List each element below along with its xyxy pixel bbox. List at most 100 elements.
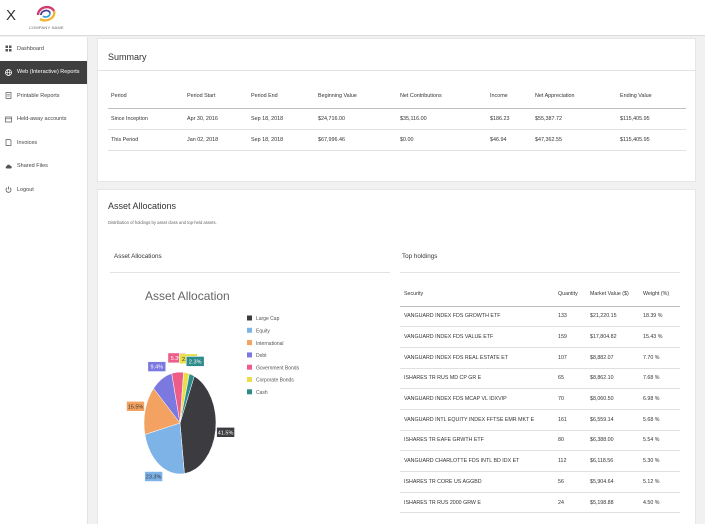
col-net-appreciation[interactable]: Net Appreciation xyxy=(532,85,617,109)
cell-period-end: Sep 18, 2018 xyxy=(248,108,315,130)
legend-item-international[interactable]: International xyxy=(247,340,284,347)
sidebar-item-label: Printable Reports xyxy=(17,92,60,99)
cell-weight: 5.68 % xyxy=(639,409,680,431)
cell-quantity: 159 xyxy=(554,326,586,348)
top-holdings-heading: Top holdings xyxy=(402,253,438,260)
col-beginning-value[interactable]: Beginning Value xyxy=(315,85,397,109)
table-row: VANGUARD INDEX FDS MCAP VL IDXVIP 70 $8,06… xyxy=(400,388,680,410)
cell-quantity: 161 xyxy=(554,409,586,431)
sidebar-item-dashboard[interactable]: Dashboard xyxy=(0,37,87,61)
col-income[interactable]: Income xyxy=(487,85,532,109)
summary-header-row: Period Period Start Period End Beginning… xyxy=(108,85,686,109)
table-row: VANGUARD INTL EQUITY INDEX FFTSE EMR MKT… xyxy=(400,409,680,431)
table-row: ISHARES TR RUS MD CP GR E 65 $8,862.10 7.68… xyxy=(400,368,680,390)
close-button[interactable]: X xyxy=(6,8,16,24)
cell-quantity: 24 xyxy=(554,492,586,514)
table-row: This Period Jan 02, 2018 Sep 18, 2018 $6… xyxy=(108,129,686,151)
allocations-title: Asset Allocations xyxy=(108,201,177,211)
svg-text:Equity: Equity xyxy=(256,329,270,335)
cell-market-value: $6,388.00 xyxy=(586,430,639,452)
chart-title: Asset Allocation xyxy=(145,289,230,303)
sidebar-item-label: Dashboard xyxy=(17,45,44,52)
cell-period: Since Inception xyxy=(108,108,184,130)
legend-item-large-cap[interactable]: Large Cap xyxy=(247,315,280,323)
cell-security: ISHARES TR RUS 2000 GRW E xyxy=(400,492,554,514)
cell-security: ISHARES TR CORE US AGGBD xyxy=(400,471,554,493)
col-security[interactable]: Security xyxy=(400,282,554,307)
svg-text:15.5%: 15.5% xyxy=(128,404,144,410)
pie-data-label: 9.4% xyxy=(147,361,167,372)
legend-item-government-bonds[interactable]: Government Bonds xyxy=(247,364,300,372)
cell-market-value: $21,220.15 xyxy=(586,306,639,328)
holdings-header-row: Security Quantity Market Value ($) Weigh… xyxy=(400,282,680,307)
svg-text:Cash: Cash xyxy=(256,390,268,396)
cell-market-value: $8,882.07 xyxy=(586,347,639,369)
power-icon xyxy=(5,186,12,193)
cell-period-start: Apr 30, 2016 xyxy=(184,108,248,130)
sidebar: Dashboard Web (Interactive) Reports Prin… xyxy=(0,37,88,524)
cell-income: $186.23 xyxy=(487,108,532,130)
sidebar-item-label: Web (Interactive) Reports xyxy=(17,69,80,76)
cell-security: VANGUARD INDEX FDS REAL ESTATE ET xyxy=(400,347,554,369)
cell-weight: 5.54 % xyxy=(639,430,680,452)
legend-item-corporate-bonds[interactable]: Corporate Bonds xyxy=(247,377,294,384)
company-name: COMPANY NAME xyxy=(29,25,64,30)
col-market-value[interactable]: Market Value ($) xyxy=(586,282,639,307)
document-icon xyxy=(5,92,12,100)
col-period-start[interactable]: Period Start xyxy=(184,85,248,109)
table-row: VANGUARD INDEX FDS REAL ESTATE ET 107 $8,8… xyxy=(400,347,680,369)
col-net-contributions[interactable]: Net Contributions xyxy=(397,85,487,109)
holdings-table: Security Quantity Market Value ($) Weigh… xyxy=(400,282,680,514)
sidebar-item-shared-files[interactable]: Shared Files xyxy=(0,155,87,179)
cell-ending-value: $115,405.95 xyxy=(617,108,686,130)
cell-weight: 7.68 % xyxy=(639,368,680,390)
sidebar-item-web-reports[interactable]: Web (Interactive) Reports xyxy=(0,60,87,84)
cell-security: VANGUARD INDEX FDS MCAP VL IDXVIP xyxy=(400,388,554,410)
svg-text:Corporate Bonds: Corporate Bonds xyxy=(256,378,294,384)
top-bar: X COMPANY NAME xyxy=(0,0,705,36)
legend-item-equity[interactable]: Equity xyxy=(247,327,270,335)
cell-market-value: $17,804.82 xyxy=(586,326,639,348)
cell-security: ISHARES TR EAFE GRWTH ETF xyxy=(400,430,554,452)
cell-market-value: $5,904.64 xyxy=(586,471,639,493)
legend-item-cash[interactable]: Cash xyxy=(247,389,268,396)
svg-text:Large Cap: Large Cap xyxy=(256,316,280,322)
cell-income: $46.94 xyxy=(487,129,532,151)
col-period[interactable]: Period xyxy=(108,85,184,109)
chart-heading-divider xyxy=(110,272,390,273)
col-quantity[interactable]: Quantity xyxy=(554,282,586,307)
summary-divider xyxy=(97,70,696,71)
cell-beginning-value: $67,996.46 xyxy=(315,129,397,151)
cell-period: This Period xyxy=(108,129,184,151)
table-row: ISHARES TR CORE US AGGBD 56 $5,904.64 5.12 … xyxy=(400,471,680,493)
legend-item-debt[interactable]: Debt xyxy=(247,352,267,359)
svg-text:23.3%: 23.3% xyxy=(146,475,162,481)
cell-quantity: 133 xyxy=(554,306,586,328)
cell-weight: 5.30 % xyxy=(639,450,680,472)
svg-text:9.4%: 9.4% xyxy=(151,365,164,371)
cell-weight: 6.98 % xyxy=(639,388,680,410)
pie-data-label: 2.3% xyxy=(185,356,205,367)
dashboard-icon xyxy=(5,45,12,52)
cell-beginning-value: $24,716.00 xyxy=(315,108,397,130)
cell-quantity: 107 xyxy=(554,347,586,369)
sidebar-item-held-away-accounts[interactable]: Held-away accounts xyxy=(0,108,87,132)
svg-text:Government Bonds: Government Bonds xyxy=(256,365,300,371)
cell-market-value: $5,198.88 xyxy=(586,492,639,514)
sidebar-item-label: Held-away accounts xyxy=(17,116,67,123)
svg-text:2.3%: 2.3% xyxy=(189,359,202,365)
table-row: VANGUARD CHARLOTTE FDS INTL BD IDX ET 112… xyxy=(400,450,680,472)
sidebar-item-invoices[interactable]: Invoices xyxy=(0,131,87,155)
pie-data-label: 23.3% xyxy=(144,471,163,482)
cell-net-contributions: $0.00 xyxy=(397,129,487,151)
invoice-icon xyxy=(5,139,12,147)
col-ending-value[interactable]: Ending Value xyxy=(617,85,686,109)
svg-text:41.5%: 41.5% xyxy=(218,430,234,436)
sidebar-item-printable-reports[interactable]: Printable Reports xyxy=(0,84,87,108)
col-weight[interactable]: Weight (%) xyxy=(639,282,680,307)
company-logo xyxy=(36,5,56,22)
summary-table: Period Period Start Period End Beginning… xyxy=(108,85,686,151)
col-period-end[interactable]: Period End xyxy=(248,85,315,109)
table-row: ISHARES TR RUS 2000 GRW E 24 $5,198.88 4.50… xyxy=(400,492,680,514)
sidebar-item-logout[interactable]: Logout xyxy=(0,178,87,202)
